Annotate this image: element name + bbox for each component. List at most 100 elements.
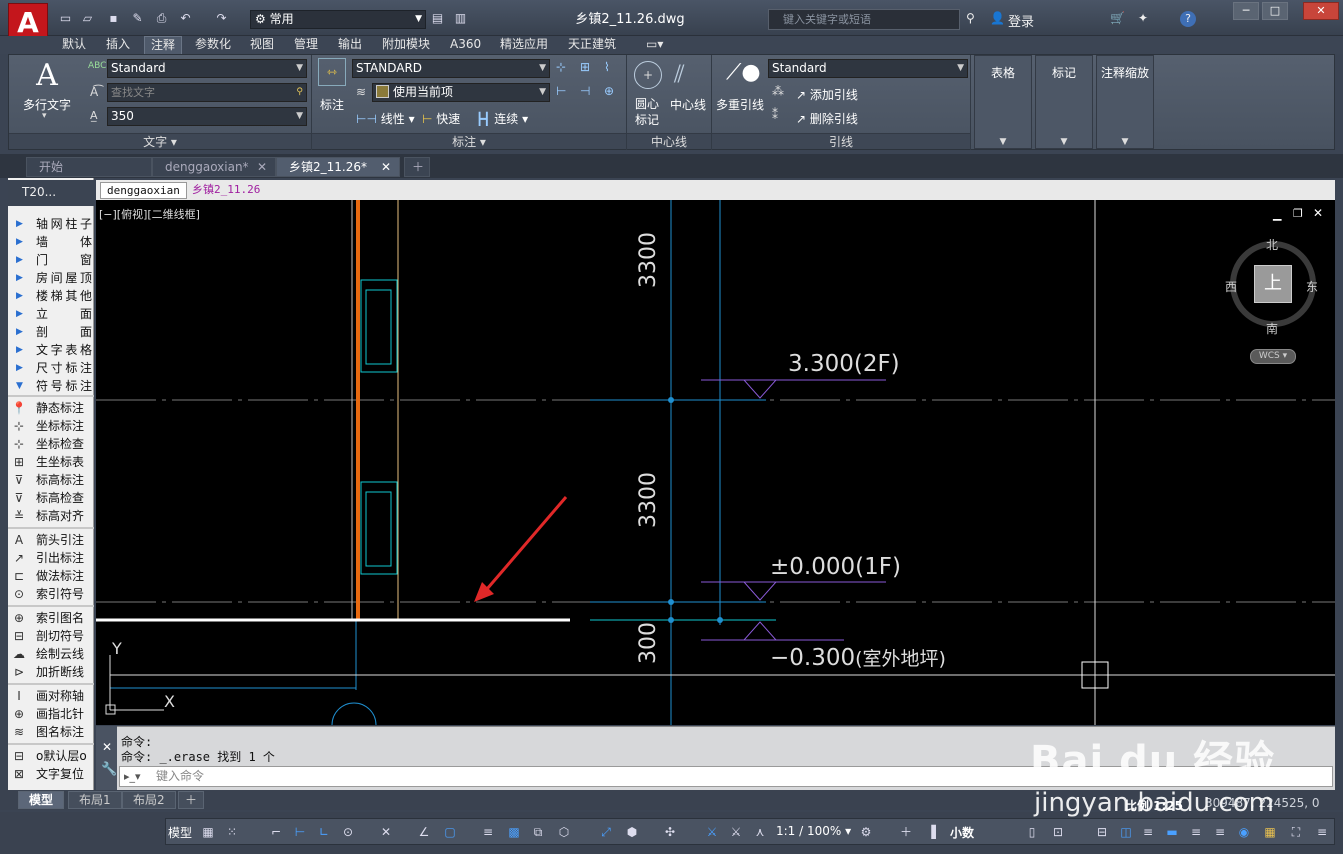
- quick-properties-icon[interactable]: ▯: [1024, 824, 1040, 840]
- transparency-icon[interactable]: ▩: [506, 824, 522, 840]
- command-prompt-icon[interactable]: ▸_▾: [124, 770, 141, 783]
- tab-start[interactable]: 开始: [26, 157, 152, 177]
- palette-item-axis[interactable]: ≋ 图名标注: [8, 723, 94, 741]
- palette-item-menu[interactable]: ▶ 墙 体: [8, 233, 94, 251]
- expand-right-icon[interactable]: ▶: [16, 269, 23, 287]
- tab-tangent[interactable]: 天正建筑: [562, 36, 622, 54]
- maximize-button[interactable]: □: [1262, 2, 1288, 20]
- redo-icon[interactable]: ↷: [214, 11, 229, 26]
- auto-scale-icon[interactable]: ⚔: [728, 824, 744, 840]
- compass-south[interactable]: 南: [1266, 320, 1278, 337]
- tab-view[interactable]: 视图: [244, 36, 280, 54]
- palette-item-leader[interactable]: A 箭头引注: [8, 531, 94, 549]
- tab-close-icon[interactable]: ✕: [381, 158, 391, 177]
- open-icon[interactable]: ▱: [80, 11, 95, 26]
- tab-denggaoxian[interactable]: denggaoxian* ✕: [152, 157, 276, 177]
- dynamic-input-icon[interactable]: ⊢: [292, 824, 308, 840]
- clean-screen-icon[interactable]: ≡: [1140, 824, 1156, 840]
- annotation-visibility-icon[interactable]: ⚔: [704, 824, 720, 840]
- spellcheck-icon[interactable]: ABC: [88, 61, 106, 71]
- tab-addins[interactable]: 附加模块: [376, 36, 436, 54]
- markup-panel[interactable]: 标记 ▼: [1035, 55, 1093, 149]
- tab-layout2[interactable]: 布局2: [122, 791, 176, 809]
- add-layout-button[interactable]: ＋: [178, 791, 205, 809]
- annotation-monitor-icon[interactable]: ＋: [898, 824, 914, 840]
- palette-header[interactable]: T20...: [8, 180, 94, 206]
- props-icon[interactable]: ▥: [453, 11, 468, 26]
- tab-layout1[interactable]: 布局1: [68, 791, 122, 809]
- palette-item-leader[interactable]: ↗ 引出标注: [8, 549, 94, 567]
- tab-insert[interactable]: 插入: [100, 36, 136, 54]
- dim-tool-4-icon[interactable]: ⊢: [556, 84, 566, 98]
- fullscreen-icon[interactable]: ⛶: [1288, 824, 1304, 840]
- palette-item-level[interactable]: ⊞ 生坐标表: [8, 453, 94, 471]
- dimension-button[interactable]: 标注: [320, 96, 344, 113]
- model-space-button[interactable]: 模型: [168, 824, 192, 841]
- dim-tool-1-icon[interactable]: ⊹: [556, 60, 566, 74]
- palette-item-symbol[interactable]: ⊕ 索引图名: [8, 609, 94, 627]
- status-icon-a[interactable]: ▬: [1164, 824, 1180, 840]
- viewport-minimize-icon[interactable]: ▁: [1273, 208, 1281, 221]
- leader-collect-icon[interactable]: ⁑: [772, 108, 778, 122]
- add-leader-button[interactable]: ↗ 添加引线: [796, 86, 858, 103]
- find-text-input[interactable]: 查找文字 ⚲: [107, 83, 307, 102]
- subtab-denggaoxian[interactable]: denggaoxian: [100, 182, 187, 199]
- continue-dim-button[interactable]: ┣┫ 连续 ▾: [476, 110, 528, 127]
- multileader-button[interactable]: 多重引线: [716, 96, 764, 113]
- expand-right-icon[interactable]: ▶: [16, 341, 23, 359]
- selection-filter-icon[interactable]: ⬢: [624, 824, 640, 840]
- dim-layer-dropdown[interactable]: 使用当前项 ▼: [372, 83, 550, 102]
- expand-right-icon[interactable]: ▶: [16, 305, 23, 323]
- palette-item-axis[interactable]: Ⅰ 画对称轴: [8, 687, 94, 705]
- tab-parametric[interactable]: 参数化: [189, 36, 237, 54]
- centerline-button[interactable]: 中心线: [670, 96, 706, 113]
- centerline-icon[interactable]: ⫽: [674, 60, 704, 90]
- 3d-osnap-icon[interactable]: ⬡: [556, 824, 572, 840]
- login-button[interactable]: 登录: [1008, 11, 1034, 30]
- new-icon[interactable]: ▭: [58, 11, 73, 26]
- infer-icon[interactable]: ⌐: [268, 824, 284, 840]
- leader-align-icon[interactable]: ⁂: [772, 84, 784, 98]
- customize-status-icon[interactable]: ≡: [1314, 824, 1330, 840]
- close-button[interactable]: ✕: [1303, 2, 1339, 20]
- center-mark-icon[interactable]: +: [634, 61, 662, 89]
- viewcube-top[interactable]: 上: [1254, 265, 1292, 303]
- palette-item-reset[interactable]: ⊠ 文字复位: [8, 765, 94, 783]
- units-dropdown[interactable]: 小数: [950, 824, 974, 841]
- print-icon[interactable]: ⎙: [154, 11, 169, 26]
- viewport-restore-icon[interactable]: ❐: [1293, 207, 1303, 220]
- palette-item-symbol[interactable]: ⊳ 加折断线: [8, 663, 94, 681]
- tab-output[interactable]: 输出: [332, 36, 368, 54]
- leader-style-dropdown[interactable]: Standard ▼: [768, 59, 968, 78]
- palette-item-level[interactable]: 📍 静态标注: [8, 399, 94, 417]
- multiline-text-button[interactable]: 多行文字: [23, 96, 71, 113]
- tab-manage[interactable]: 管理: [288, 36, 324, 54]
- palette-item-menu[interactable]: ▶ 楼梯其他: [8, 287, 94, 305]
- snap-icon[interactable]: ⁙: [224, 824, 240, 840]
- expand-right-icon[interactable]: ▶: [16, 359, 23, 377]
- palette-item-menu[interactable]: ▶ 尺寸标注: [8, 359, 94, 377]
- center-mark-button[interactable]: 圆心 标记: [635, 96, 659, 128]
- help-icon[interactable]: ?: [1180, 11, 1196, 27]
- tab-annotate[interactable]: 注释: [144, 36, 183, 54]
- palette-item-menu[interactable]: ▼ 符号标注: [8, 377, 94, 395]
- lock-ui-icon[interactable]: ⊡: [1050, 824, 1066, 840]
- hardware-accel-icon[interactable]: ◫: [1118, 824, 1134, 840]
- text-panel-title[interactable]: 文字 ▾: [9, 133, 311, 149]
- dim-tool-6-icon[interactable]: ⊕: [604, 84, 614, 98]
- palette-item-menu[interactable]: ▶ 门 窗: [8, 251, 94, 269]
- dim-style-dropdown[interactable]: STANDARD ▼: [352, 59, 550, 78]
- expand-right-icon[interactable]: ▶: [16, 233, 23, 251]
- layer-icon[interactable]: ▤: [430, 11, 445, 26]
- palette-item-level[interactable]: ≚ 标高对齐: [8, 507, 94, 525]
- status-icon-e[interactable]: ▦: [1262, 824, 1278, 840]
- tab-a360[interactable]: A360: [444, 36, 487, 54]
- isolate-objects-icon[interactable]: ⊟: [1094, 824, 1110, 840]
- binoculars-icon[interactable]: ⚲: [966, 11, 975, 25]
- tab-featured[interactable]: 精选应用: [494, 36, 554, 54]
- palette-item-symbol[interactable]: ☁ 绘制云线: [8, 645, 94, 663]
- command-close-icon[interactable]: ✕: [102, 740, 112, 754]
- multiline-text-arrow[interactable]: ▾: [42, 111, 47, 121]
- ortho-icon[interactable]: ∟: [316, 824, 332, 840]
- drawing-canvas[interactable]: [96, 200, 1335, 725]
